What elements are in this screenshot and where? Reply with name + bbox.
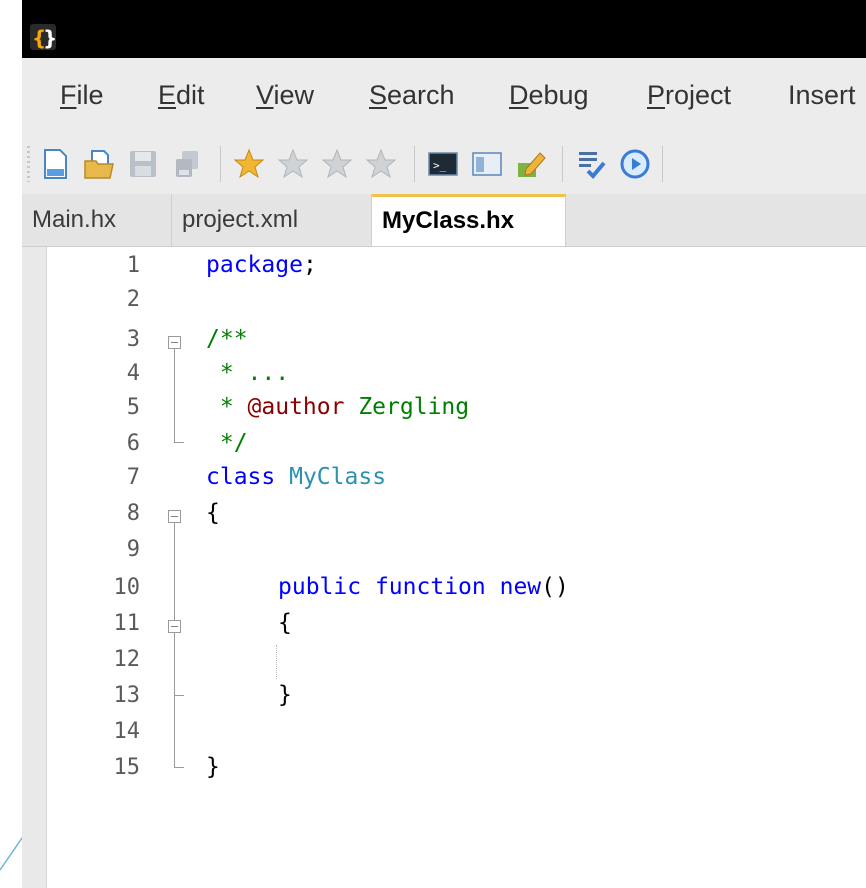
fold-end-marker xyxy=(174,695,184,696)
tasks-check-icon[interactable] xyxy=(574,147,608,181)
code-line: package; xyxy=(206,252,317,278)
run-clock-icon[interactable] xyxy=(618,147,652,181)
function-name-token: new xyxy=(499,574,542,600)
menu-insert[interactable]: Insert xyxy=(788,80,856,111)
menu-edit[interactable]: Edit xyxy=(158,80,205,111)
line-number: 15 xyxy=(113,755,141,780)
save-icon[interactable] xyxy=(126,147,160,181)
line-number: 14 xyxy=(113,719,141,744)
new-file-icon[interactable] xyxy=(38,147,72,181)
menu-bar: File Edit View Search Debug Project Inse… xyxy=(22,58,866,135)
code-line: } xyxy=(278,682,292,708)
star-clear-icon[interactable] xyxy=(364,147,398,181)
line-number: 4 xyxy=(126,361,140,386)
line-number: 5 xyxy=(126,395,140,420)
line-number: 2 xyxy=(126,287,140,312)
title-bar: { } xyxy=(22,0,866,58)
open-file-icon[interactable] xyxy=(82,147,116,181)
code-token: () xyxy=(541,574,569,600)
line-number: 9 xyxy=(126,537,140,562)
line-number: 6 xyxy=(126,431,140,456)
keyword-token: function xyxy=(374,574,486,600)
comment-line: * @author Zergling xyxy=(206,394,469,420)
comment-line: * ... xyxy=(206,360,290,386)
line-number: 11 xyxy=(113,611,141,636)
star-next-icon[interactable] xyxy=(320,147,354,181)
code-line: { xyxy=(206,500,220,526)
fold-toggle[interactable] xyxy=(168,510,181,523)
toolbar-separator xyxy=(662,146,663,182)
line-number: 10 xyxy=(113,575,141,600)
doc-tag-token: @author xyxy=(247,394,345,420)
toolbar-grip[interactable] xyxy=(27,146,30,182)
edit-pencil-icon[interactable] xyxy=(514,147,548,181)
fold-toggle[interactable] xyxy=(168,620,181,633)
code-line: } xyxy=(206,754,220,780)
menu-view[interactable]: View xyxy=(256,80,314,111)
tab-myclass-hx[interactable]: MyClass.hx xyxy=(372,194,566,246)
comment-line: /** xyxy=(206,326,248,352)
svg-text:}: } xyxy=(43,26,56,50)
menu-file[interactable]: File xyxy=(60,80,104,111)
line-number: 7 xyxy=(126,465,140,490)
keyword-token: class xyxy=(206,464,276,490)
line-number: 13 xyxy=(113,683,141,708)
panel-layout-icon[interactable] xyxy=(470,147,504,181)
menu-debug[interactable]: Debug xyxy=(509,80,589,111)
haxedevelop-logo-icon: { } xyxy=(30,24,56,50)
toolbar-separator xyxy=(562,146,563,182)
ide-window: { } File Edit View Search Debug Project … xyxy=(22,0,866,888)
menu-project[interactable]: Project xyxy=(647,80,731,111)
tab-main-hx[interactable]: Main.hx xyxy=(22,194,172,246)
save-all-icon[interactable] xyxy=(170,147,204,181)
code-line: public function new() xyxy=(278,574,569,600)
comment-line: */ xyxy=(206,430,248,456)
menu-search[interactable]: Search xyxy=(369,80,455,111)
fold-guide xyxy=(174,523,175,767)
tab-label: MyClass.hx xyxy=(382,207,515,234)
keyword-token: public xyxy=(278,574,362,600)
keyword-token: package xyxy=(206,252,303,278)
fold-guide xyxy=(174,349,175,442)
tab-label: project.xml xyxy=(182,206,299,233)
star-previous-icon[interactable] xyxy=(276,147,310,181)
fold-end-marker xyxy=(174,442,184,443)
comment-token: Zergling xyxy=(344,394,470,420)
comment-token: * xyxy=(206,394,248,420)
fold-end-marker xyxy=(174,767,184,768)
fold-toggle[interactable] xyxy=(168,336,181,349)
toolbar: >_ xyxy=(22,134,866,195)
line-number: 12 xyxy=(113,647,141,672)
line-number: 3 xyxy=(126,327,140,352)
code-line: { xyxy=(278,610,292,636)
svg-text:>_: >_ xyxy=(433,159,447,172)
code-token: ; xyxy=(302,252,317,278)
code-line: class MyClass xyxy=(206,464,386,490)
class-name-token: MyClass xyxy=(289,464,387,490)
tab-label: Main.hx xyxy=(32,206,117,233)
line-number: 8 xyxy=(126,501,140,526)
indent-guide xyxy=(276,645,277,679)
line-number: 1 xyxy=(126,253,140,278)
tab-project-xml[interactable]: project.xml xyxy=(172,194,372,246)
editor-margin xyxy=(22,247,47,888)
toolbar-separator xyxy=(414,146,415,182)
bookmark-star-icon[interactable] xyxy=(232,147,266,181)
toolbar-separator xyxy=(220,146,221,182)
terminal-icon[interactable]: >_ xyxy=(426,147,460,181)
code-editor[interactable]: 1 2 3 4 5 6 7 8 9 10 11 12 13 14 15 pack… xyxy=(22,247,866,888)
document-tabs: Main.hx project.xml MyClass.hx xyxy=(22,194,866,247)
